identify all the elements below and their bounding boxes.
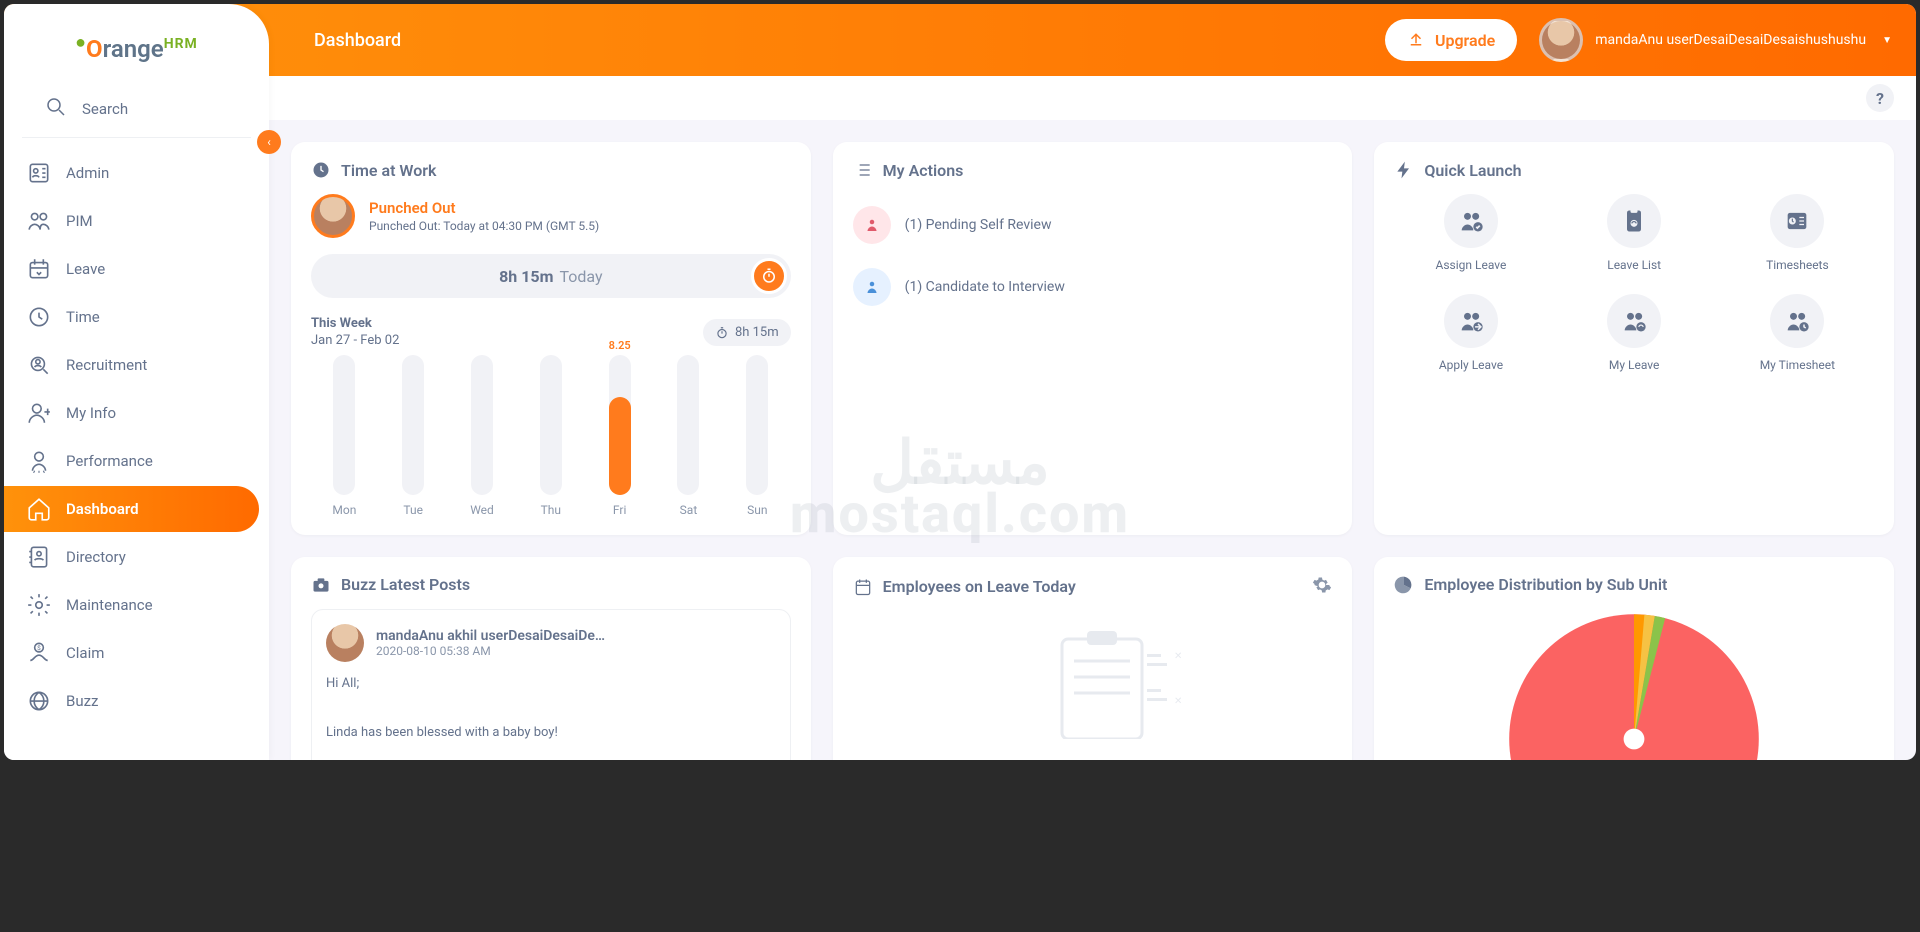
sidebar-item-admin[interactable]: Admin	[4, 150, 259, 196]
week-total-pill: 8h 15m	[703, 319, 791, 346]
camera-icon	[311, 575, 331, 595]
quick-launch-icon	[1607, 194, 1661, 248]
avatar	[311, 194, 355, 238]
card-my-actions: My Actions (1) Pending Self Review(1) Ca…	[833, 142, 1353, 535]
leave-icon	[26, 256, 52, 282]
bar-wed	[471, 355, 493, 495]
leave-icon	[853, 577, 873, 597]
clock-icon	[311, 160, 331, 180]
sidebar-item-pim[interactable]: PIM	[4, 198, 259, 244]
punch-subtitle: Punched Out: Today at 04:30 PM (GMT 5.5)	[369, 219, 599, 233]
sidebar-search[interactable]: Search	[22, 85, 251, 138]
upgrade-icon	[1407, 29, 1425, 51]
bar-fri: 8.25	[609, 355, 631, 495]
sidebar-item-performance[interactable]: Performance	[4, 438, 259, 484]
app-window: Dashboard Upgrade mandaAnu userDesaiDesa…	[4, 4, 1916, 760]
punch-status: Punched Out	[369, 199, 599, 217]
chevron-left-icon: ‹	[267, 135, 271, 149]
pie-chart	[1504, 609, 1764, 760]
buzz-icon	[26, 688, 52, 714]
sidebar-item-maintenance[interactable]: Maintenance	[4, 582, 259, 628]
week-bar-chart: MonTueWedThu8.25FriSatSun	[311, 362, 791, 517]
empty-illustration: ✕ ✕	[853, 619, 1333, 739]
quick-launch-icon	[1444, 294, 1498, 348]
avatar	[326, 624, 364, 662]
sidebar-item-buzz[interactable]: Buzz	[4, 678, 259, 724]
action-item[interactable]: (1) Candidate to Interview	[853, 256, 1333, 318]
bolt-icon	[1394, 160, 1414, 180]
avatar	[1539, 18, 1583, 62]
help-row: ?	[269, 76, 1916, 120]
sidebar: ●OrangeHRM Search ‹ AdminPIMLeaveTimeRec…	[4, 4, 269, 760]
gear-icon	[1312, 575, 1332, 595]
sidebar-item-my-info[interactable]: My Info	[4, 390, 259, 436]
action-item[interactable]: (1) Pending Self Review	[853, 194, 1333, 256]
time-icon	[26, 304, 52, 330]
pim-icon	[26, 208, 52, 234]
quick-launch-timesheets[interactable]: Timesheets	[1721, 194, 1874, 272]
help-button[interactable]: ?	[1866, 84, 1894, 112]
bar-sun	[746, 355, 768, 495]
quick-launch-my-leave[interactable]: My Leave	[1558, 294, 1711, 372]
performance-icon	[26, 448, 52, 474]
main-content: ? Time at Work Punched Out Punched Out: …	[269, 76, 1916, 760]
quick-launch-apply-leave[interactable]: Apply Leave	[1394, 294, 1547, 372]
pie-chart-icon	[1394, 575, 1414, 595]
myinfo-icon	[26, 400, 52, 426]
topbar: Dashboard Upgrade mandaAnu userDesaiDesa…	[4, 4, 1916, 76]
list-icon	[853, 160, 873, 180]
sidebar-item-leave[interactable]: Leave	[4, 246, 259, 292]
sidebar-item-claim[interactable]: $Claim	[4, 630, 259, 676]
quick-launch-leave-list[interactable]: Leave List	[1558, 194, 1711, 272]
bar-mon	[333, 355, 355, 495]
svg-text:✕: ✕	[1174, 651, 1182, 662]
card-quick-launch: Quick Launch Assign LeaveLeave ListTimes…	[1374, 142, 1894, 535]
sidebar-item-recruitment[interactable]: Recruitment	[4, 342, 259, 388]
buzz-post[interactable]: mandaAnu akhil userDesaiDesaiDesais... 2…	[311, 609, 791, 760]
sidebar-item-directory[interactable]: Directory	[4, 534, 259, 580]
chevron-down-icon: ▼	[1882, 35, 1892, 46]
maintenance-icon	[26, 592, 52, 618]
admin-icon	[26, 160, 52, 186]
settings-button[interactable]	[1312, 575, 1332, 599]
stopwatch-icon	[760, 267, 778, 285]
card-time-at-work: Time at Work Punched Out Punched Out: To…	[291, 142, 811, 535]
quick-launch-icon	[1770, 194, 1824, 248]
card-buzz: Buzz Latest Posts mandaAnu akhil userDes…	[291, 557, 811, 760]
quick-launch-icon	[1607, 294, 1661, 348]
sidebar-item-time[interactable]: Time	[4, 294, 259, 340]
dashboard-icon	[26, 496, 52, 522]
user-menu[interactable]: mandaAnu userDesaiDesaiDesaishushushu ▼	[1539, 18, 1892, 62]
claim-icon: $	[26, 640, 52, 666]
bar-tue	[402, 355, 424, 495]
sidebar-item-dashboard[interactable]: Dashboard	[4, 486, 259, 532]
svg-text:✕: ✕	[1174, 696, 1182, 707]
quick-launch-assign-leave[interactable]: Assign Leave	[1394, 194, 1547, 272]
today-time-bar: 8h 15mToday	[311, 254, 791, 298]
action-icon	[853, 268, 891, 306]
svg-text:$: $	[37, 644, 41, 652]
search-icon	[44, 95, 68, 123]
quick-launch-my-timesheet[interactable]: My Timesheet	[1721, 294, 1874, 372]
card-distribution: Employee Distribution by Sub Unit	[1374, 557, 1894, 760]
recruitment-icon	[26, 352, 52, 378]
quick-launch-icon	[1444, 194, 1498, 248]
bar-sat	[677, 355, 699, 495]
upgrade-button[interactable]: Upgrade	[1385, 19, 1517, 61]
directory-icon	[26, 544, 52, 570]
bar-thu	[540, 355, 562, 495]
stopwatch-icon	[715, 326, 729, 340]
page-title: Dashboard	[314, 30, 1385, 51]
stopwatch-button[interactable]	[751, 258, 787, 294]
quick-launch-icon	[1770, 294, 1824, 348]
sidebar-nav: AdminPIMLeaveTimeRecruitmentMy InfoPerfo…	[4, 144, 269, 724]
collapse-sidebar-button[interactable]: ‹	[257, 130, 281, 154]
brand-logo: ●OrangeHRM	[4, 4, 269, 85]
card-employees-on-leave: Employees on Leave Today	[833, 557, 1353, 760]
action-icon	[853, 206, 891, 244]
